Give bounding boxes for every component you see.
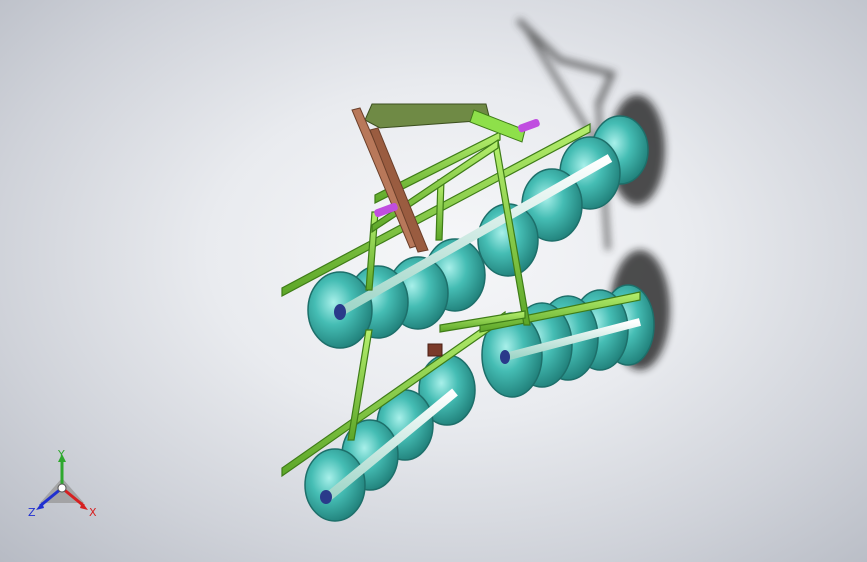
x-axis-label: X [89, 506, 97, 519]
cad-viewport[interactable]: Y X Z [0, 0, 867, 562]
y-axis-label: Y [57, 448, 65, 461]
coordinate-triad: Y X Z [28, 448, 97, 519]
z-axis-label: Z [28, 506, 36, 519]
disc-harrow-model[interactable] [281, 103, 655, 522]
